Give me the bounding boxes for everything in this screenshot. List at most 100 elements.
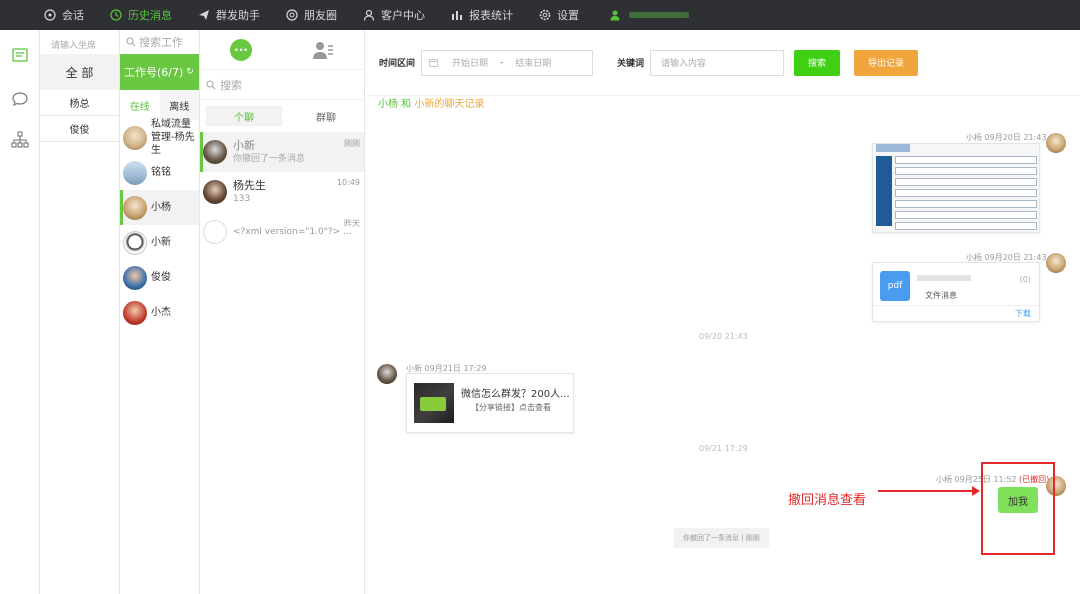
nav-label: 历史消息 [128, 9, 172, 22]
speech-bubble-icon[interactable] [11, 90, 29, 108]
conversation-preview: <?xml version="1.0"?> ... [233, 227, 352, 237]
link-thumbnail [414, 383, 454, 423]
moments-icon [286, 9, 298, 21]
conversation-time: 10:49 [336, 178, 360, 187]
link-description: 【分享链接】点击查看 [471, 403, 551, 412]
agent-all-item[interactable]: 全 部 [40, 54, 119, 90]
file-name-redacted [917, 275, 971, 281]
highlight-box [981, 462, 1055, 555]
account-name: 小新 [151, 237, 171, 248]
online-tabs: 在线 离线 [120, 90, 199, 120]
nav-item-broadcast[interactable]: 群发助手 [198, 0, 260, 30]
refresh-icon[interactable]: ↻ [186, 67, 194, 77]
send-icon [199, 10, 209, 20]
time-range-label: 时间区间 [379, 59, 416, 69]
avatar [123, 265, 147, 290]
image-message[interactable] [872, 143, 1040, 233]
work-account-item[interactable]: 铭铭 [120, 155, 199, 190]
bar-chart-icon [452, 11, 462, 20]
file-label: 文件消息 [925, 291, 957, 300]
org-tree-icon[interactable] [11, 131, 29, 149]
account-name: 小杨 [151, 202, 171, 213]
contacts-icon[interactable] [312, 40, 334, 60]
start-date-placeholder[interactable]: 开始日期 [452, 56, 488, 69]
date-separator: - [500, 57, 504, 68]
avatar [203, 140, 227, 164]
search-icon [126, 37, 136, 47]
nav-item-customers[interactable]: 客户中心 [363, 0, 425, 30]
export-button[interactable]: 导出记录 [854, 49, 919, 76]
image-thumbnail-row [895, 211, 1037, 219]
work-search-input[interactable]: 搜索工作 [120, 30, 199, 54]
file-message[interactable]: pdf (0) 文件消息 下载 [872, 262, 1040, 322]
agent-group-item[interactable]: 杨总 [40, 90, 119, 116]
agent-search-input[interactable]: 请输入坐席 [40, 30, 119, 54]
current-user[interactable] [609, 9, 689, 21]
tab-online[interactable]: 在线 [120, 90, 160, 120]
work-account-item-selected[interactable]: 小杨 [120, 190, 199, 225]
date-range-picker[interactable]: 开始日期 - 结束日期 [421, 49, 594, 76]
system-time: 09/20 21:43 [699, 332, 748, 341]
avatar [123, 300, 147, 325]
nav-label: 朋友圈 [304, 9, 337, 22]
avatar [377, 364, 397, 384]
image-thumbnail-sidebar [876, 156, 892, 226]
user-icon [363, 9, 375, 21]
nav-label: 客户中心 [381, 9, 425, 22]
search-button[interactable]: 搜索 [794, 49, 841, 76]
work-account-item[interactable]: 私域流量管理-杨先生 [120, 119, 199, 156]
avatar [1046, 253, 1066, 273]
file-divider [873, 305, 1039, 306]
message-list-icon[interactable] [11, 47, 29, 65]
conversation-preview: 133 [233, 194, 251, 204]
keyword-input[interactable]: 请输入内容 [650, 49, 785, 76]
nav-item-reports[interactable]: 报表统计 [451, 0, 513, 30]
pdf-file-icon: pdf [880, 271, 910, 301]
tab-offline[interactable]: 离线 [159, 90, 199, 120]
image-thumbnail-row [895, 222, 1037, 230]
conversation-item[interactable]: <?xml version="1.0"?> ... 昨天 [200, 212, 364, 252]
conversation-item[interactable]: 杨先生 133 10:49 [200, 172, 364, 212]
avatar [123, 125, 147, 150]
conversation-name: 小新 [233, 139, 255, 152]
work-account-item[interactable]: 小新 [120, 225, 199, 260]
work-account-item[interactable]: 小杰 [120, 295, 199, 330]
agent-group-item[interactable]: 俊俊 [40, 116, 119, 142]
work-account-label: 工作号(6/7) [124, 66, 184, 79]
conversation-search-input[interactable]: 搜索 [200, 70, 364, 100]
conversation-search-placeholder: 搜索 [220, 78, 242, 92]
gear-icon [539, 9, 551, 21]
nav-item-history[interactable]: 历史消息 [110, 0, 172, 30]
image-thumbnail-header [876, 144, 910, 152]
conversation-time: 刚刚 [344, 139, 360, 148]
record-title-part: 小新的聊天记录 [414, 99, 485, 110]
nav-item-settings[interactable]: 设置 [539, 0, 579, 30]
chat-bubble-icon[interactable]: ··· [230, 38, 252, 61]
conversation-item-selected[interactable]: 小新 你撤回了一条消息 刚刚 [200, 132, 364, 172]
account-name: 小杰 [151, 307, 171, 318]
download-link[interactable]: 下载 [1015, 308, 1031, 319]
conversation-time: 昨天 [344, 219, 360, 228]
work-account-item[interactable]: 俊俊 [120, 260, 199, 295]
image-thumbnail-row [895, 189, 1037, 197]
system-time: 09/21 17:29 [699, 444, 748, 453]
chat-icon [44, 9, 56, 21]
link-message[interactable]: 微信怎么群发？200人... 【分享链接】点击查看 [406, 373, 574, 433]
recall-notice: 你撤回了一条消息 | 刚刚 [674, 528, 769, 548]
icon-rail [0, 30, 40, 594]
file-size: (0) [1019, 275, 1031, 284]
work-account-column: 搜索工作 工作号(6/7) ↻ 在线 离线 私域流量管理-杨先生 铭铭 小杨 小… [120, 30, 200, 594]
end-date-placeholder[interactable]: 结束日期 [515, 56, 551, 69]
account-name: 铭铭 [151, 167, 171, 178]
user-icon [610, 10, 620, 21]
nav-label: 群发助手 [216, 9, 260, 22]
conversation-header: ··· [200, 30, 364, 70]
work-account-header[interactable]: 工作号(6/7) ↻ [120, 54, 199, 90]
account-name: 私域流量管理-杨先生 [151, 119, 195, 156]
tab-private-chat[interactable]: 个聊 [206, 106, 282, 126]
work-search-placeholder: 搜索工作 [139, 36, 183, 49]
tab-group-chat[interactable]: 群聊 [288, 106, 364, 126]
nav-item-moments[interactable]: 朋友圈 [286, 0, 337, 30]
image-thumbnail-row [895, 156, 1037, 164]
nav-item-chat[interactable]: 会话 [44, 0, 84, 30]
